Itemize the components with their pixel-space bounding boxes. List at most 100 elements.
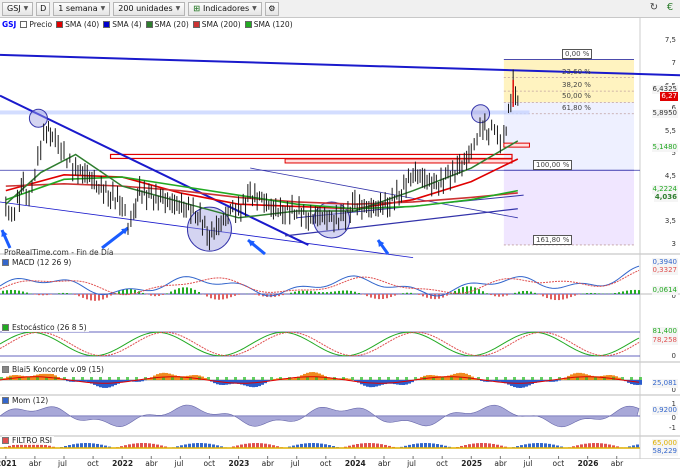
koncorde-bar: [369, 380, 372, 388]
macd-histogram-bar: [234, 294, 236, 296]
koncorde-bar: [240, 380, 243, 385]
koncorde-bar: [243, 380, 246, 386]
macd-histogram-bar: [422, 294, 424, 297]
price-tick-label: 5,5: [664, 126, 676, 135]
macd-histogram-bar: [2, 290, 4, 294]
refresh-icon[interactable]: ↻: [648, 2, 660, 14]
macd-histogram-bar: [334, 291, 336, 294]
fib-label: 38,20 %: [562, 81, 591, 90]
macd-histogram-bar: [382, 294, 384, 299]
macd-histogram-bar: [82, 294, 84, 298]
macd-histogram-bar: [78, 294, 80, 297]
indicators-button[interactable]: ⊞ Indicadores ▼: [188, 1, 262, 16]
rsi-title: FILTRO RSI: [12, 436, 52, 445]
units-label: 200 unidades: [118, 3, 173, 13]
macd-histogram-bar: [346, 290, 348, 294]
legend-item-5[interactable]: SMA (200): [192, 20, 241, 29]
symbol-label: GSJ: [7, 3, 21, 13]
macd-histogram-bar: [490, 294, 492, 296]
macd-histogram-bar: [638, 290, 640, 294]
koncorde-bar: [561, 379, 564, 380]
koncorde-bar: [21, 375, 24, 380]
legend-item-1[interactable]: Precio: [20, 20, 52, 29]
macd-histogram-bar: [58, 293, 60, 294]
koncorde-green-bar: [216, 377, 219, 380]
koncorde-green-bar: [81, 377, 84, 380]
koncorde-green-bar: [360, 377, 363, 380]
macd-histogram-bar: [506, 294, 508, 296]
macd-histogram-bar: [474, 287, 476, 294]
macd-histogram-bar: [590, 292, 592, 294]
mom-tick-label: 0: [671, 414, 676, 422]
legend-item-0[interactable]: GSJ: [2, 20, 16, 29]
koncorde-bar: [312, 372, 315, 380]
period-selector[interactable]: 1 semana ▼: [53, 1, 111, 16]
koncorde-pane-title: Blai5 Koncorde v.09 (15): [2, 365, 106, 374]
koncorde-green-bar: [387, 377, 390, 380]
macd-histogram-bar: [630, 290, 632, 294]
currency-icon[interactable]: €: [664, 2, 676, 14]
koncorde-bar: [102, 380, 105, 388]
macd-histogram-bar: [98, 294, 100, 301]
watermark: ProRealTime.com - Fin de Día: [4, 248, 114, 257]
legend-symbol: GSJ: [2, 20, 17, 29]
macd-histogram-bar: [214, 294, 216, 300]
x-tick-label: oct: [319, 459, 332, 468]
legend-swatch: [20, 21, 28, 28]
settings-button[interactable]: ⚙: [264, 1, 279, 16]
koncorde-green-bar: [639, 377, 642, 380]
legend-item-4[interactable]: SMA (20): [145, 20, 189, 29]
x-tick-label: 2025: [461, 459, 483, 468]
highlight-circle: [28, 108, 48, 128]
symbol-selector[interactable]: GSJ ▼: [2, 1, 34, 16]
x-tick-label: abr: [28, 459, 42, 468]
koncorde-green-bar: [306, 377, 309, 380]
macd-value-label: 0,3327: [651, 266, 678, 275]
koncorde-green-bar: [450, 377, 453, 380]
macd-histogram-bar: [374, 294, 376, 299]
macd-histogram-bar: [86, 294, 88, 300]
x-tick-label: 2021: [0, 459, 17, 468]
koncorde-bar: [465, 373, 468, 380]
macd-histogram-bar: [290, 292, 292, 294]
legend-item-3[interactable]: SMA (4): [103, 20, 142, 29]
macd-histogram-bar: [594, 293, 596, 294]
macd-histogram-bar: [478, 289, 480, 294]
macd-histogram-bar: [162, 294, 164, 295]
macd-histogram-bar: [410, 292, 412, 294]
macd-histogram-bar: [542, 294, 544, 297]
koncorde-bar: [108, 380, 111, 388]
macd-swatch: [2, 259, 9, 266]
macd-histogram-bar: [126, 289, 128, 294]
macd-histogram-bar: [406, 292, 408, 294]
koncorde-green-bar: [513, 377, 516, 380]
macd-histogram-bar: [418, 294, 420, 295]
price-tick-label: 3: [671, 239, 676, 248]
rsi-value-label: 58,229: [651, 447, 678, 456]
macd-histogram-bar: [190, 288, 192, 294]
chevron-down-icon: ▼: [23, 4, 29, 12]
legend-label: SMA (120): [253, 20, 293, 29]
koncorde-bar: [381, 380, 384, 385]
macd-histogram-bar: [558, 294, 560, 301]
legend-item-6[interactable]: SMA (120): [244, 20, 293, 29]
macd-histogram-bar: [530, 291, 532, 294]
koncorde-green-bar: [351, 377, 354, 380]
d-button[interactable]: D: [36, 1, 51, 16]
macd-histogram-bar: [586, 293, 588, 294]
legend-item-2[interactable]: SMA (40): [56, 20, 99, 29]
koncorde-bar: [609, 375, 612, 380]
macd-histogram-bar: [622, 291, 624, 294]
koncorde-bar: [84, 380, 87, 382]
macd-histogram-bar: [486, 293, 488, 294]
macd-histogram-bar: [634, 289, 636, 294]
x-tick-label: oct: [87, 459, 99, 468]
fib-label: 0,00 %: [562, 49, 593, 60]
units-selector[interactable]: 200 unidades ▼: [113, 1, 186, 16]
price-axis-label: 4,036: [653, 193, 678, 203]
macd-histogram-bar: [338, 290, 340, 294]
macd-histogram-bar: [166, 293, 168, 294]
macd-histogram-bar: [598, 293, 600, 294]
koncorde-bar: [33, 375, 36, 380]
macd-histogram-bar: [378, 294, 380, 300]
